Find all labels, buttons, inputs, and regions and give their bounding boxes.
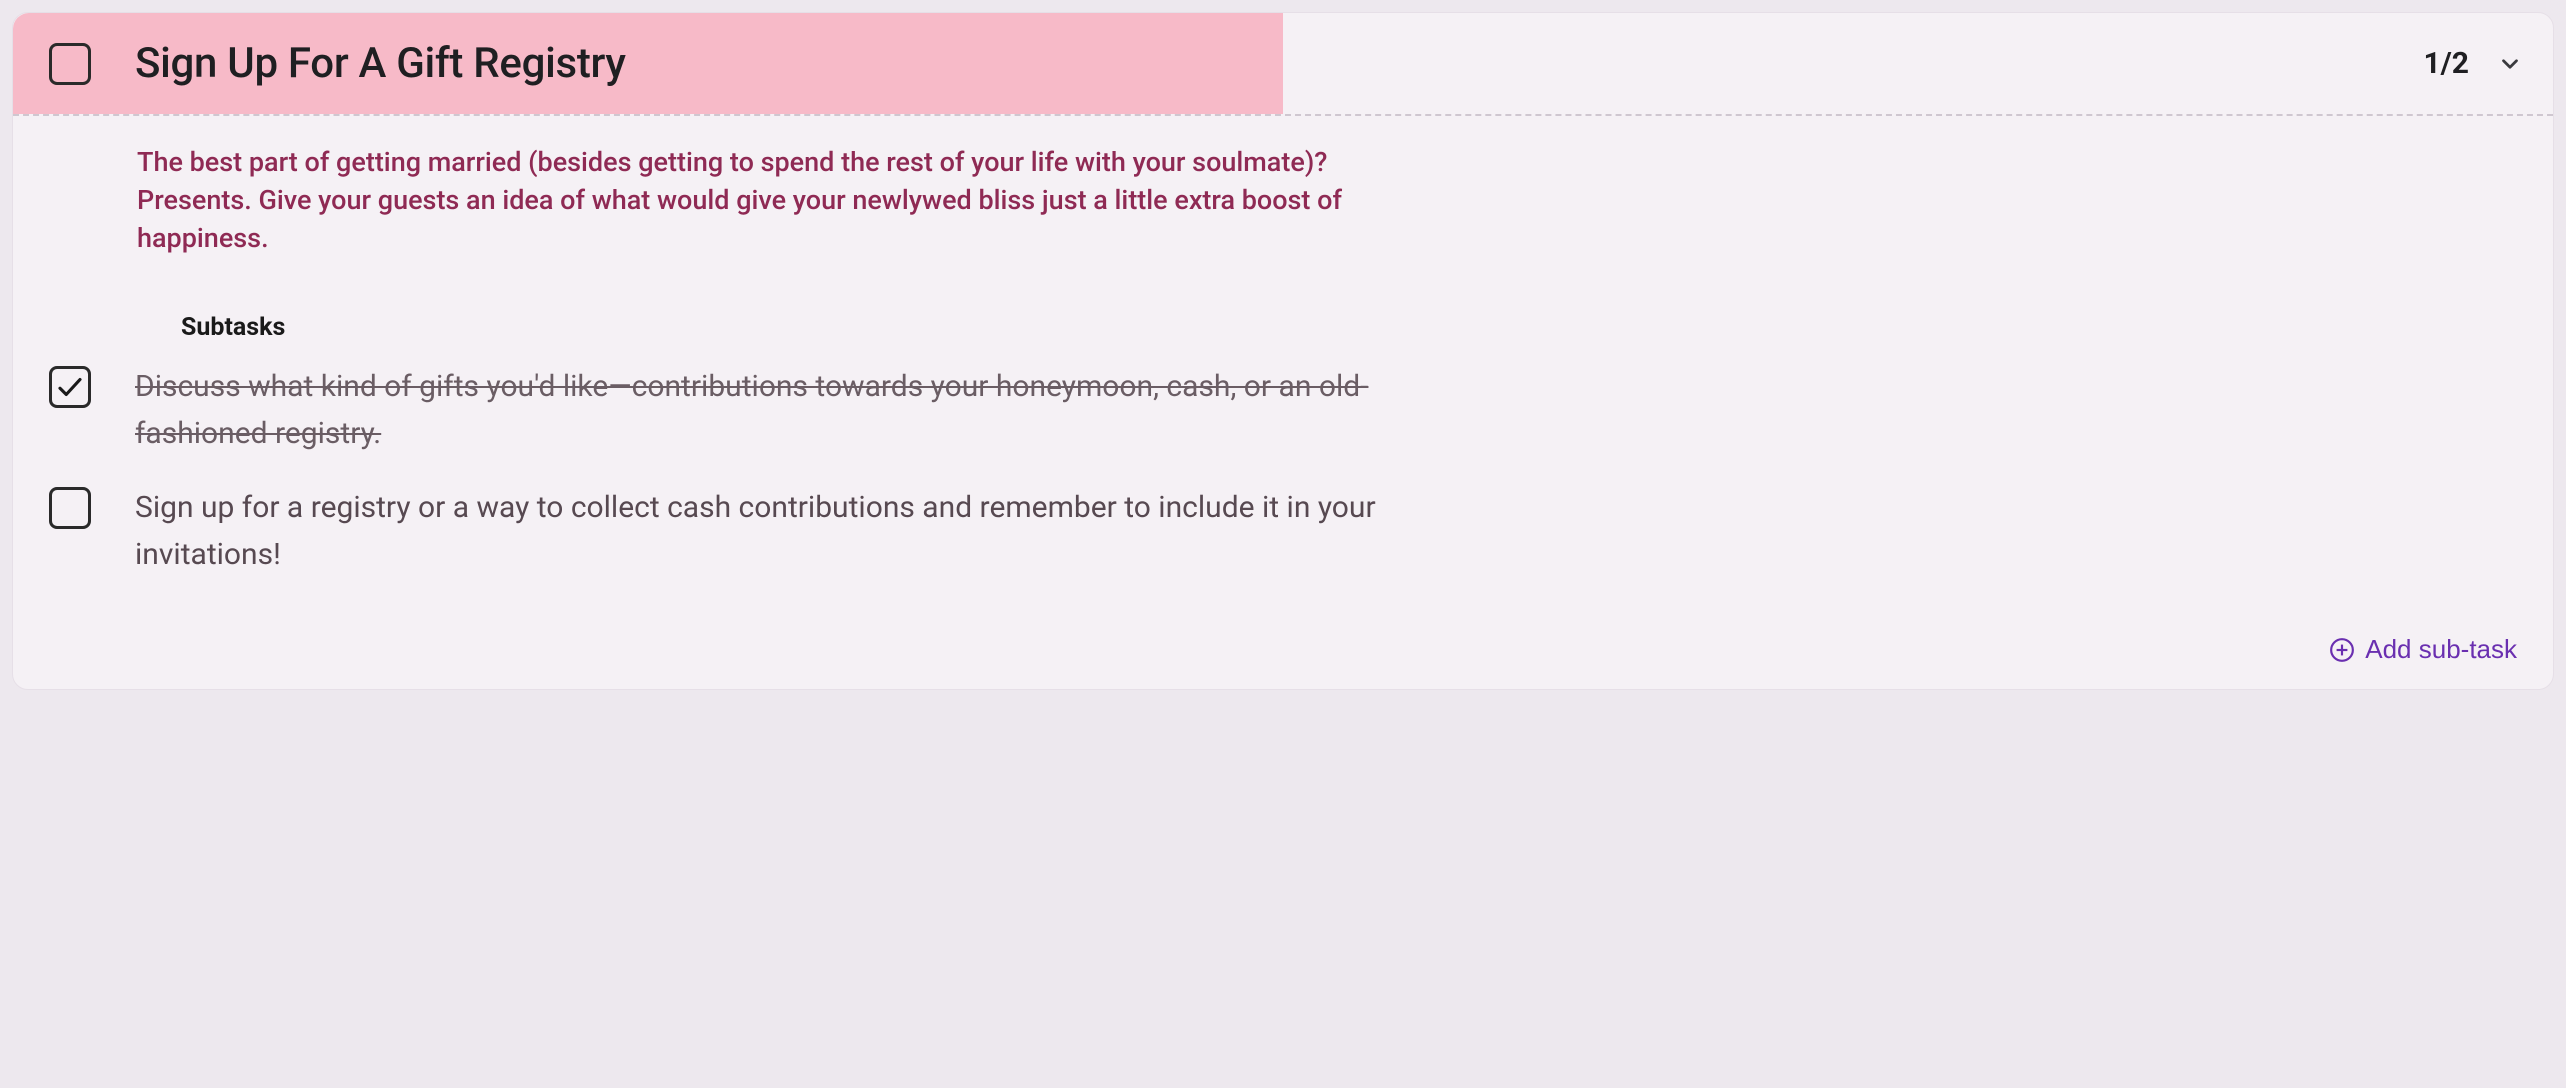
collapse-toggle[interactable] xyxy=(2497,51,2523,77)
subtask-label[interactable]: Sign up for a registry or a way to colle… xyxy=(135,485,1405,578)
task-title[interactable]: Sign Up For A Gift Registry xyxy=(135,39,2423,88)
subtask-checkbox[interactable] xyxy=(49,487,91,529)
task-body: The best part of getting married (beside… xyxy=(13,116,2553,626)
subtasks-heading: Subtasks xyxy=(181,313,2517,342)
check-icon xyxy=(55,372,85,402)
subtask-label[interactable]: Discuss what kind of gifts you'd like—co… xyxy=(135,364,1405,457)
add-subtask-button[interactable]: Add sub-task xyxy=(2329,634,2517,665)
task-header: Sign Up For A Gift Registry 1/2 xyxy=(13,13,2553,116)
chevron-down-icon xyxy=(2497,51,2523,77)
subtask-checkbox[interactable] xyxy=(49,366,91,408)
add-subtask-label: Add sub-task xyxy=(2365,634,2517,665)
subtask-row: Sign up for a registry or a way to colle… xyxy=(49,485,2517,578)
task-subtask-counter: 1/2 xyxy=(2423,46,2469,81)
plus-circle-icon xyxy=(2329,637,2355,663)
subtask-row: Discuss what kind of gifts you'd like—co… xyxy=(49,364,2517,457)
subtasks-list: Discuss what kind of gifts you'd like—co… xyxy=(137,364,2517,578)
task-description: The best part of getting married (beside… xyxy=(137,144,1397,257)
task-main-checkbox[interactable] xyxy=(49,43,91,85)
task-card: Sign Up For A Gift Registry 1/2 The best… xyxy=(12,12,2554,690)
add-subtask-row: Add sub-task xyxy=(13,626,2553,689)
